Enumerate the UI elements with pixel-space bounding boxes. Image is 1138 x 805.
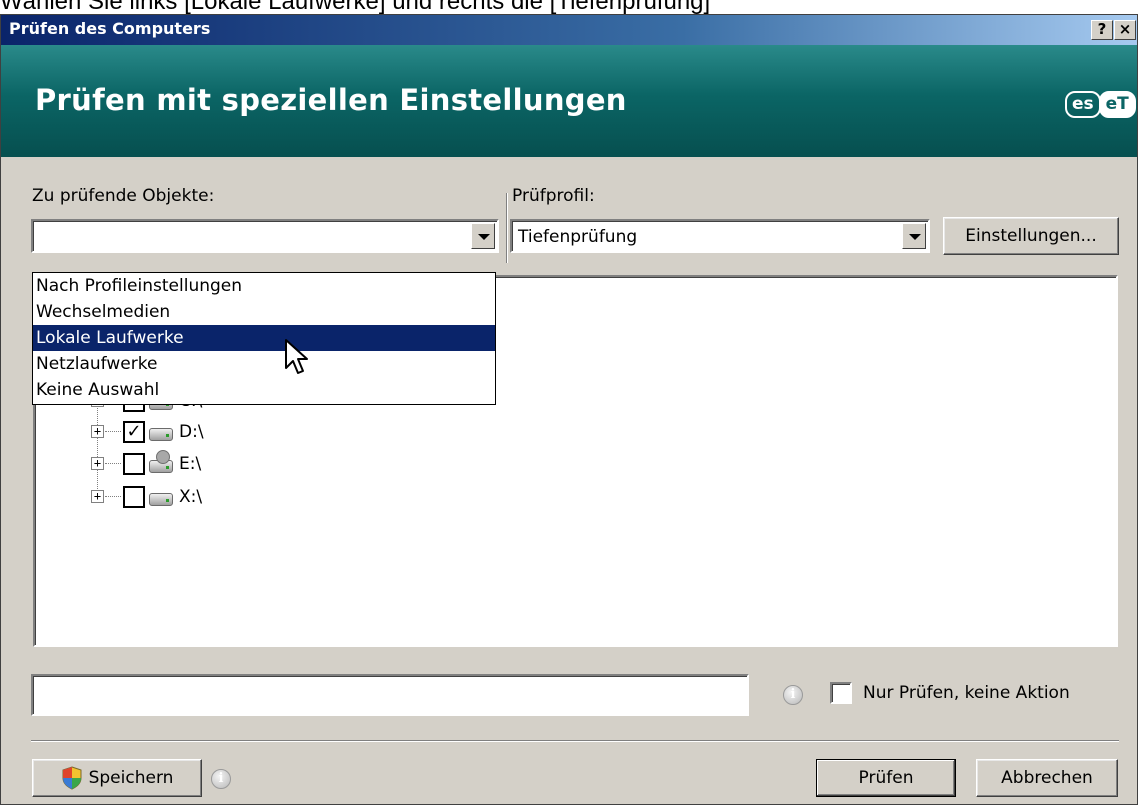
targets-combo[interactable]	[31, 219, 499, 253]
profile-value: Tiefenprüfung	[518, 227, 638, 247]
profile-combo[interactable]: Tiefenprüfung	[510, 219, 930, 253]
separator	[31, 740, 1119, 742]
path-input[interactable]	[31, 674, 749, 716]
scan-dialog: Prüfen des Computers ? × Prüfen mit spez…	[0, 14, 1138, 805]
targets-dropdown-list[interactable]: Nach Profileinstellungen Wechselmedien L…	[32, 272, 496, 405]
targets-label: Zu prüfende Objekte:	[32, 186, 215, 206]
close-button[interactable]: ×	[1114, 20, 1136, 40]
tree-row-x[interactable]: + X:\	[91, 483, 391, 513]
profile-label: Prüfprofil:	[512, 186, 595, 206]
eset-logo: es eT	[1065, 91, 1136, 118]
instruction-text: Wählen Sie links [Lokale Laufwerke] und …	[0, 0, 711, 14]
expand-icon[interactable]: +	[91, 425, 104, 438]
title-bar[interactable]: Prüfen des Computers ? ×	[1, 15, 1137, 45]
hard-drive-icon	[149, 428, 173, 441]
save-button[interactable]: Speichern	[32, 759, 202, 797]
scan-only-checkbox[interactable]	[830, 682, 852, 704]
dialog-header: Prüfen mit speziellen Einstellungen es e…	[1, 45, 1137, 157]
drive-checkbox[interactable]	[123, 486, 145, 508]
shield-icon	[62, 766, 82, 790]
network-drive-icon	[149, 450, 173, 473]
drive-checkbox[interactable]	[123, 453, 145, 475]
hard-drive-icon	[149, 493, 173, 506]
tree-row-e[interactable]: + E:\	[91, 450, 391, 480]
column-divider	[506, 193, 508, 263]
dropdown-option[interactable]: Keine Auswahl	[33, 377, 495, 403]
cancel-button[interactable]: Abbrechen	[976, 759, 1118, 797]
window-title: Prüfen des Computers	[9, 19, 211, 38]
header-title: Prüfen mit speziellen Einstellungen	[35, 83, 627, 117]
logo-part-right: eT	[1098, 91, 1136, 118]
save-button-label: Speichern	[88, 768, 174, 788]
settings-button[interactable]: Einstellungen...	[943, 217, 1119, 255]
scan-button[interactable]: Prüfen	[816, 759, 956, 797]
dropdown-option[interactable]: Nach Profileinstellungen	[33, 273, 495, 299]
drive-label: D:\	[179, 422, 204, 442]
expand-icon[interactable]: +	[91, 490, 104, 503]
tree-row-d[interactable]: + ✓ D:\	[91, 418, 391, 448]
info-icon[interactable]: i	[783, 685, 803, 705]
chevron-down-icon[interactable]	[902, 223, 926, 249]
chevron-down-icon[interactable]	[471, 223, 495, 249]
info-icon[interactable]: i	[211, 769, 231, 789]
dropdown-option-selected[interactable]: Lokale Laufwerke	[33, 325, 495, 351]
drive-label: X:\	[179, 487, 203, 507]
logo-part-left: es	[1065, 91, 1101, 118]
expand-icon[interactable]: +	[91, 457, 104, 470]
drive-label: E:\	[179, 454, 202, 474]
dropdown-option[interactable]: Netzlaufwerke	[33, 351, 495, 377]
help-button[interactable]: ?	[1091, 20, 1113, 40]
mouse-cursor-icon	[285, 339, 308, 374]
scan-only-label[interactable]: Nur Prüfen, keine Aktion	[863, 683, 1070, 703]
drive-checkbox[interactable]: ✓	[123, 421, 145, 443]
dropdown-option[interactable]: Wechselmedien	[33, 299, 495, 325]
